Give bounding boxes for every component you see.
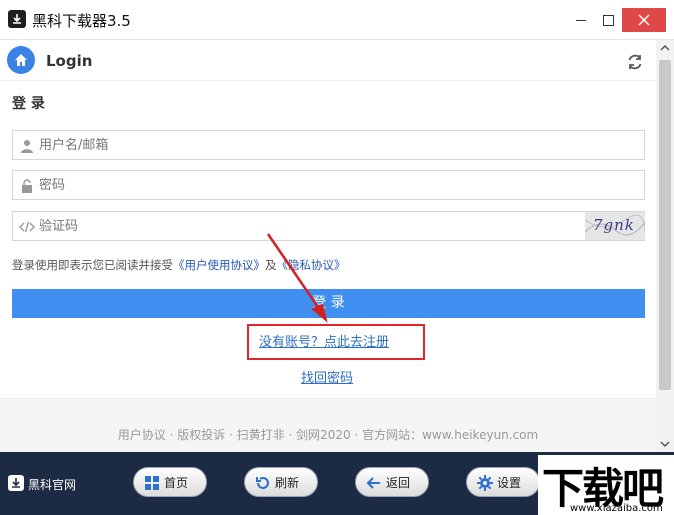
gear-icon [477, 475, 493, 491]
password-field[interactable] [12, 170, 645, 200]
code-icon [19, 221, 35, 233]
footer-links: 用户协议 · 版权投诉 · 扫黄打非 · 剑网2020 · 官方网站：www.h… [117, 428, 539, 442]
captcha-text: 7gnk [593, 216, 635, 234]
login-button[interactable]: 登 录 [12, 289, 645, 318]
grid-icon [145, 476, 159, 490]
title-bar: 黑科下载器3.5 [0, 0, 674, 40]
scroll-down-arrow[interactable] [656, 436, 674, 452]
scroll-up-arrow[interactable] [656, 40, 674, 56]
page-header: Login [0, 41, 656, 81]
captcha-image[interactable]: 7gnk [585, 212, 645, 240]
register-link[interactable]: 没有账号？点此去注册 [259, 331, 389, 350]
page-title: Login [46, 52, 93, 70]
agreement-text: 登录使用即表示您已阅读并接受《用户使用协议》及《隐私协议》 [12, 258, 346, 272]
official-site-link[interactable]: 黑科官网 [28, 476, 76, 493]
close-icon [638, 14, 650, 26]
home-button[interactable]: 首页 [133, 467, 207, 497]
watermark-logo: 下载吧 www.xiazaiba.com [538, 455, 674, 515]
lock-icon [22, 179, 32, 193]
section-title: 登 录 [12, 96, 45, 112]
username-field[interactable] [12, 130, 645, 160]
settings-button[interactable]: 设置 [466, 467, 540, 497]
arrow-left-icon [366, 477, 380, 489]
forgot-password-link[interactable]: 找回密码 [301, 367, 353, 386]
password-input[interactable] [39, 175, 579, 195]
brand-download-icon [8, 475, 24, 491]
app-download-icon [8, 10, 26, 28]
user-agreement-link[interactable]: 《用户使用协议》 [173, 258, 265, 272]
close-button[interactable] [622, 8, 666, 32]
privacy-policy-link[interactable]: 《隐私协议》 [277, 258, 346, 272]
vertical-scrollbar[interactable] [656, 40, 674, 452]
username-input[interactable] [39, 135, 579, 155]
scroll-thumb[interactable] [659, 60, 671, 390]
back-button[interactable]: 返回 [355, 467, 429, 497]
refresh-icon[interactable] [626, 53, 644, 71]
window-title: 黑科下载器3.5 [32, 12, 131, 30]
minimize-button[interactable] [570, 8, 594, 32]
refresh-button[interactable]: 刷新 [244, 467, 318, 497]
user-icon [21, 140, 33, 153]
footer: 用户协议 · 版权投诉 · 扫黄打非 · 剑网2020 · 官方网站：www.h… [0, 398, 656, 452]
home-icon[interactable] [7, 46, 35, 74]
maximize-button[interactable] [596, 8, 620, 32]
refresh-icon [256, 477, 269, 489]
captcha-input[interactable] [39, 216, 579, 236]
captcha-field[interactable]: 7gnk [12, 211, 645, 241]
